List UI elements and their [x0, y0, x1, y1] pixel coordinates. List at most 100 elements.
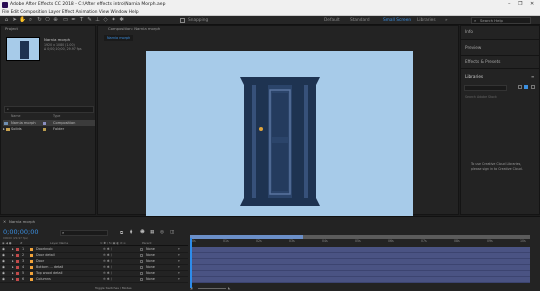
rotate-tool-icon[interactable]: ↻ — [36, 17, 43, 24]
menu-help[interactable]: Help — [129, 10, 139, 15]
parent-dropdown[interactable]: None — [146, 277, 155, 283]
chevron-right-icon[interactable]: ▸ — [12, 277, 14, 283]
effects-presets-panel[interactable]: Effects & Presets — [465, 59, 500, 64]
parent-header[interactable]: Parent — [142, 241, 152, 246]
parent-dropdown[interactable]: None — [146, 265, 155, 271]
layer-name[interactable]: Bottom ... detail — [36, 265, 63, 271]
eye-icon[interactable]: ◉ — [2, 271, 5, 277]
camera-tool-icon[interactable]: ⎔ — [44, 17, 51, 24]
menu-layer[interactable]: Layer — [49, 10, 61, 15]
type-tool-icon[interactable]: T — [78, 17, 85, 24]
eye-icon[interactable]: ◉ — [2, 247, 5, 253]
zoom-slider[interactable] — [198, 288, 226, 289]
maximize-button[interactable]: ❐ — [518, 0, 522, 9]
project-tab[interactable]: Project — [5, 26, 18, 32]
chevron-down-icon[interactable]: ▾ — [178, 253, 180, 259]
chevron-down-icon[interactable]: ▾ — [178, 277, 180, 283]
libraries-panel[interactable]: Libraries — [465, 74, 483, 79]
layer-switches[interactable]: ⊕ ✱ / — [103, 271, 112, 277]
selection-tool-icon[interactable]: ➤ — [11, 17, 18, 24]
clone-stamp-tool-icon[interactable]: ⊥ — [94, 17, 101, 24]
layer-name[interactable]: Columns — [36, 277, 51, 283]
label-color-swatch[interactable] — [16, 272, 19, 276]
chevron-right-icon[interactable]: ▸ — [12, 265, 14, 271]
layer-name-header[interactable]: Layer Name — [50, 241, 68, 246]
libraries-dropdown[interactable] — [464, 85, 507, 91]
zoom-out-icon[interactable]: ◢ — [190, 285, 192, 291]
parent-dropdown[interactable]: None — [146, 271, 155, 277]
parent-dropdown[interactable]: None — [146, 247, 155, 253]
puppet-tool-icon[interactable]: ✱ — [118, 17, 125, 24]
snapping-checkbox[interactable] — [180, 18, 185, 23]
rectangle-tool-icon[interactable]: ▭ — [62, 17, 69, 24]
label-color-swatch[interactable] — [16, 260, 19, 264]
zoom-tool-icon[interactable]: ⌕ — [27, 17, 34, 24]
layer-switches[interactable]: ⊕ ✱ / — [103, 253, 112, 259]
chevron-down-icon[interactable]: ▾ — [178, 271, 180, 277]
timeline-current-time[interactable]: 0;00;00;00 — [3, 228, 39, 236]
workspace-default[interactable]: Default — [324, 17, 340, 24]
layer-row[interactable]: ◉ ▸ 2 Door detail ⊕ ✱ / None ▾ — [0, 253, 188, 259]
eraser-tool-icon[interactable]: ◇ — [102, 17, 109, 24]
pick-whip-icon[interactable] — [140, 260, 143, 264]
eye-icon[interactable]: ◉ — [2, 259, 5, 265]
layer-duration-bar[interactable] — [190, 259, 530, 265]
column-type[interactable]: Type — [53, 114, 60, 119]
layer-duration-bar[interactable] — [190, 265, 530, 271]
search-help-input[interactable]: ⌕ Search Help — [471, 17, 531, 24]
layer-switches[interactable]: ⊕ ✱ / — [103, 259, 112, 265]
label-color-swatch[interactable] — [16, 278, 19, 282]
list-view-icon[interactable] — [518, 85, 522, 89]
pen-tool-icon[interactable]: ✒ — [70, 17, 77, 24]
chevron-down-icon[interactable]: ▾ — [178, 265, 180, 271]
layer-row[interactable]: ◉ ▸ 3 Door ⊕ ✱ / None ▾ — [0, 259, 188, 265]
layer-duration-bar[interactable] — [190, 253, 530, 259]
workspace-overflow-icon[interactable]: » — [445, 17, 448, 24]
composition-breadcrumb[interactable]: Narnia morph — [104, 35, 134, 41]
composition-tab[interactable]: Composition: Narnia morph — [108, 26, 160, 32]
menu-view[interactable]: View — [99, 10, 109, 15]
label-color-swatch[interactable] — [16, 248, 19, 252]
panel-menu-icon[interactable]: ≡ — [531, 74, 534, 79]
close-button[interactable]: ✕ — [530, 0, 534, 9]
workspace-standard[interactable]: Standard — [350, 17, 370, 24]
layer-switches[interactable]: ⊕ ✱ / — [103, 265, 112, 271]
eye-icon[interactable]: ◉ — [2, 277, 5, 283]
current-time-indicator[interactable] — [190, 238, 192, 288]
chevron-right-icon[interactable]: ▸ — [3, 126, 5, 132]
workspace-small-screen[interactable]: Small Screen — [383, 17, 411, 24]
frame-blending-icon[interactable]: ▦ — [150, 230, 154, 235]
chevron-right-icon[interactable]: ▸ — [12, 271, 14, 277]
roto-brush-tool-icon[interactable]: ✦ — [110, 17, 117, 24]
pick-whip-icon[interactable] — [140, 248, 143, 252]
eye-icon[interactable]: ◉ — [2, 253, 5, 259]
layer-name[interactable]: Door detail — [36, 253, 55, 259]
chevron-right-icon[interactable]: ▸ — [12, 253, 14, 259]
info-panel[interactable]: Info — [465, 29, 473, 34]
menu-composition[interactable]: Composition — [20, 10, 47, 15]
menu-effect[interactable]: Effect — [62, 10, 74, 15]
menu-animation[interactable]: Animation — [76, 10, 98, 15]
time-ruler[interactable]: 00s 01s 02s 03s 04s 05s 06s 07s 08s 09s 10s — [190, 239, 530, 247]
hand-tool-icon[interactable]: ✋ — [19, 17, 26, 24]
timeline-search-input[interactable]: ⌕ — [60, 230, 108, 236]
chevron-right-icon[interactable]: ▸ — [12, 247, 14, 253]
eye-icon[interactable]: ◉ — [2, 265, 5, 271]
pick-whip-icon[interactable] — [140, 266, 143, 270]
stock-search-input[interactable]: Search Adobe Stock — [465, 95, 497, 99]
parent-dropdown[interactable]: None — [146, 259, 155, 265]
grid-view-icon[interactable] — [524, 85, 528, 89]
motion-blur-icon[interactable]: ◎ — [160, 230, 164, 235]
home-icon[interactable]: ⌂ — [3, 17, 10, 24]
parent-dropdown[interactable]: None — [146, 253, 155, 259]
menu-window[interactable]: Window — [110, 10, 127, 15]
layer-row[interactable]: ◉ ▸ 1 Doorknob ⊕ ✱ / None ▾ — [0, 247, 188, 253]
layer-row[interactable]: ◉ ▸ 6 Columns ⊕ ✱ / None ▾ — [0, 277, 188, 283]
layer-duration-bar[interactable] — [190, 247, 530, 253]
menu-edit[interactable]: Edit — [11, 10, 19, 15]
pick-whip-icon[interactable] — [140, 254, 143, 258]
layer-switches[interactable]: ⊕ ✱ / — [103, 247, 112, 253]
chevron-down-icon[interactable]: ▾ — [178, 247, 180, 253]
layer-name[interactable]: Doorknob — [36, 247, 53, 253]
add-library-icon[interactable] — [531, 85, 535, 89]
